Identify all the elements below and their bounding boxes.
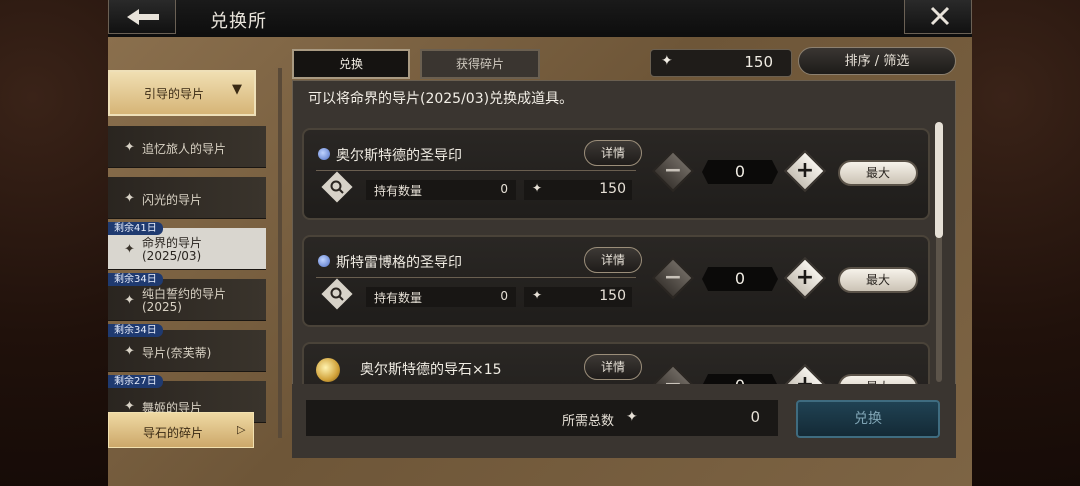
minus-icon: −	[660, 372, 686, 384]
detail-button[interactable]: 详情	[584, 140, 642, 166]
item-card: 奥尔斯特德的圣导印 详情 持有数量 0 ✦ 150 − 0 + 最大	[302, 128, 930, 220]
quantity-value: 0	[702, 160, 778, 184]
owned-label: 持有数量	[374, 184, 423, 198]
shard-icon: ✦	[532, 181, 543, 195]
quantity-value: 0	[702, 267, 778, 291]
plus-icon: +	[795, 265, 815, 290]
shard-icon: ✦	[626, 409, 638, 425]
item-name: 奥尔斯特德的导石×15	[360, 362, 502, 378]
close-icon	[930, 6, 950, 26]
increase-button[interactable]: +	[783, 363, 827, 384]
max-button[interactable]: 最大	[838, 267, 918, 293]
search-icon	[330, 180, 344, 194]
sidebar-item-label: 闪光的导片	[142, 193, 203, 207]
sidebar-item-white-vow[interactable]: 剩余34日 ✦ 纯白誓约的导片 (2025)	[108, 273, 266, 321]
sidebar-scrollbar[interactable]	[278, 68, 282, 438]
diamond-icon: ✦	[124, 344, 135, 359]
sort-filter-button[interactable]: 排序 / 筛选	[798, 47, 956, 75]
owned-count: 持有数量 0	[366, 287, 516, 307]
minus-icon: −	[663, 158, 683, 183]
description-text: 可以将命界的导片(2025/03)兑换成道具。	[308, 91, 574, 107]
divider	[316, 170, 636, 171]
diamond-icon: ✦	[124, 293, 135, 308]
guide-stone-icon	[316, 358, 340, 382]
search-icon	[330, 287, 344, 301]
page-title: 兑换所	[210, 11, 267, 32]
sidebar-item-guiding[interactable]: 引导的导片 ▼	[108, 70, 256, 116]
cost-value: 150	[599, 181, 626, 197]
total-label: 所需总数	[562, 414, 615, 429]
sidebar-item-nafti[interactable]: 剩余34日 ✦ 导片(奈芙蒂)	[108, 324, 266, 372]
item-name: 奥尔斯特德的圣导印	[336, 148, 462, 164]
detail-button[interactable]: 详情	[584, 247, 642, 273]
plus-icon: +	[795, 158, 815, 183]
item-list: 奥尔斯特德的圣导印 详情 持有数量 0 ✦ 150 − 0 + 最大 斯特雷博格…	[292, 110, 956, 384]
chevron-down-icon: ▼	[232, 82, 242, 97]
sidebar-item-label: 追忆旅人的导片	[142, 142, 227, 156]
sidebar-item-fate[interactable]: 剩余41日 ✦ 命界的导片 (2025/03)	[108, 222, 266, 270]
sidebar-item-sublabel: (2025)	[142, 300, 182, 314]
frame-left	[0, 0, 108, 486]
item-card: 奥尔斯特德的导石×15 详情 − 0 + 最大	[302, 342, 930, 384]
max-button[interactable]: 最大	[838, 160, 918, 186]
gem-icon	[318, 148, 330, 160]
sidebar-item-label: 导石的碎片	[143, 426, 204, 440]
diamond-icon: ✦	[124, 242, 135, 257]
tab-obtain-shards[interactable]: 获得碎片	[420, 49, 540, 79]
minus-icon: −	[663, 265, 683, 290]
diamond-icon: ✦	[124, 140, 135, 155]
remaining-badge: 剩余34日	[108, 324, 163, 337]
plus-icon: +	[792, 372, 818, 384]
owned-value: 0	[500, 289, 508, 303]
gem-icon	[318, 255, 330, 267]
divider	[316, 277, 636, 278]
scrollbar-thumb[interactable]	[935, 122, 943, 238]
currency-value: 150	[744, 53, 773, 71]
cost-display: ✦ 150	[524, 287, 632, 307]
arrow-left-icon	[127, 9, 159, 25]
frame-right	[972, 0, 1080, 486]
sidebar-item-label: 导片(奈芙蒂)	[142, 346, 212, 360]
owned-value: 0	[500, 182, 508, 196]
item-name: 斯特雷博格的圣导印	[336, 255, 462, 271]
sidebar-item-memory[interactable]: ✦ 追忆旅人的导片	[108, 126, 266, 168]
diamond-icon: ✦	[124, 191, 135, 206]
remaining-badge: 剩余27日	[108, 375, 163, 388]
cost-display: ✦ 150	[524, 180, 632, 200]
total-required: 所需总数 ✦ 0	[306, 400, 778, 436]
increase-button[interactable]: +	[783, 256, 827, 300]
shard-icon: ✦	[532, 288, 543, 302]
item-list-scrollbar[interactable]	[935, 122, 943, 382]
total-value: 0	[750, 408, 760, 426]
magnifier-button[interactable]	[321, 278, 353, 310]
currency-display: ✦ 150	[650, 49, 792, 77]
cost-value: 150	[599, 288, 626, 304]
exchange-button[interactable]: 兑换	[796, 400, 940, 438]
quantity-value: 0	[702, 374, 778, 384]
sidebar: 引导的导片 ▼ ✦ 追忆旅人的导片 ✦ 闪光的导片 剩余41日 ✦ 命界的导片 …	[108, 37, 286, 486]
max-button[interactable]: 最大	[838, 374, 918, 384]
decrease-button[interactable]: −	[651, 149, 695, 193]
sidebar-item-shards[interactable]: 导石的碎片 ▷	[108, 412, 254, 448]
back-button[interactable]	[108, 0, 176, 34]
owned-label: 持有数量	[374, 291, 423, 305]
item-card: 斯特雷博格的圣导印 详情 持有数量 0 ✦ 150 − 0 + 最大	[302, 235, 930, 327]
magnifier-button[interactable]	[321, 171, 353, 203]
sidebar-item-label: 引导的导片	[144, 87, 205, 101]
decrease-button[interactable]: −	[651, 363, 695, 384]
decrease-button[interactable]: −	[651, 256, 695, 300]
sidebar-item-flash[interactable]: ✦ 闪光的导片	[108, 177, 266, 219]
chevron-right-icon: ▷	[237, 423, 246, 436]
detail-button[interactable]: 详情	[584, 354, 642, 380]
close-button[interactable]	[904, 0, 972, 34]
increase-button[interactable]: +	[783, 149, 827, 193]
sidebar-item-sublabel: (2025/03)	[142, 249, 202, 263]
owned-count: 持有数量 0	[366, 180, 516, 200]
shard-icon: ✦	[661, 53, 673, 69]
tab-exchange[interactable]: 兑换	[292, 49, 410, 79]
